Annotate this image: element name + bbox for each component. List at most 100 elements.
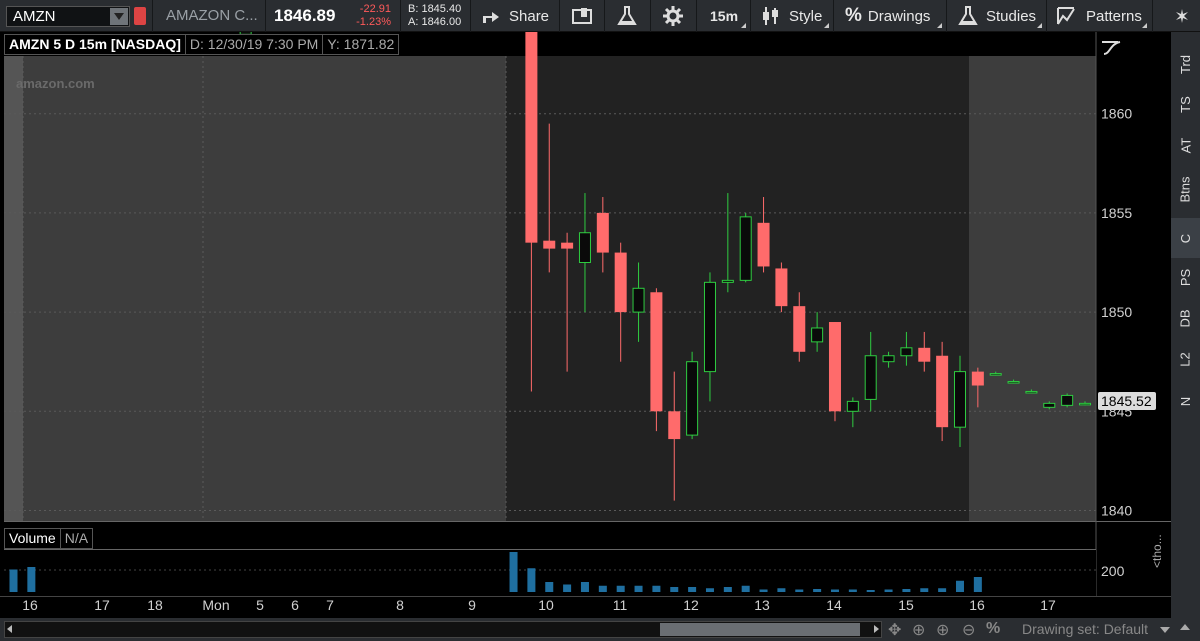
volume-bar (741, 585, 750, 592)
drawing-set-dropdown-icon[interactable] (1160, 627, 1170, 633)
settings-button[interactable] (662, 0, 684, 32)
scroll-left-icon[interactable] (7, 625, 12, 633)
volume-bar (813, 589, 822, 592)
volume-bar (27, 567, 36, 592)
time-tick-label: 15 (898, 597, 914, 613)
more-icon (1175, 9, 1188, 23)
zoom-in-icon[interactable]: ⊕ (936, 620, 949, 640)
studies-corner-icon (1037, 23, 1042, 28)
chart-title[interactable]: AMZN 5 D 15m [NASDAQ] (4, 34, 185, 55)
side-tab-label: TS (1178, 95, 1193, 113)
candles-icon (763, 7, 778, 25)
time-tick-label: 18 (147, 597, 163, 613)
side-tab-label: L2 (1178, 351, 1193, 367)
side-tab-at[interactable]: AT (1171, 125, 1200, 165)
time-tick-label: 6 (291, 597, 299, 613)
pan-icon[interactable]: ✥ (888, 620, 901, 640)
side-tab-db[interactable]: DB (1171, 298, 1200, 338)
volume-bar (545, 582, 554, 592)
time-tick-label: 10 (538, 597, 554, 613)
scroll-right-icon[interactable] (874, 625, 879, 633)
price-tick-label: 1855 (1101, 205, 1132, 221)
chart-scrollbar[interactable] (4, 621, 882, 638)
volume-bar (830, 589, 839, 592)
bid-price: B: 1845.40 (408, 3, 462, 15)
price-tick-label: 1860 (1101, 106, 1132, 122)
alerts-button[interactable] (572, 0, 594, 32)
patterns-button[interactable]: Patterns (1056, 0, 1142, 32)
price-change: -22.91 -1.23% (355, 3, 391, 29)
chart-header: AMZN 5 D 15m [NASDAQ] D: 12/30/19 7:30 P… (4, 34, 400, 55)
studies-label: Studies (986, 7, 1037, 25)
patterns-label: Patterns (1086, 7, 1142, 25)
crosshair-icon[interactable]: ⊕ (912, 620, 925, 640)
aggregation-button[interactable]: 15m (710, 0, 738, 32)
volume-bar (9, 569, 18, 592)
pre-session-shading (4, 56, 23, 521)
volume-label[interactable]: Volume (4, 528, 60, 549)
bottom-bar: ✥ ⊕ ⊕ ⊖ % Drawing set: Default (0, 618, 1200, 641)
symbol-input[interactable]: AMZN (6, 6, 130, 27)
candle-body (739, 216, 752, 281)
price-chart[interactable]: amazon.com184018451850185518601865187018… (0, 0, 1200, 641)
side-tab-ps[interactable]: PS (1171, 257, 1200, 297)
side-panel-tabs: Trd TS AT Btns C PS DB L2 N (1171, 32, 1200, 618)
volume-bar (973, 577, 982, 592)
side-tab-trd[interactable]: Trd (1171, 44, 1200, 84)
candle-body (596, 212, 609, 253)
studies-button[interactable]: Studies (958, 0, 1036, 32)
side-tab-label: DB (1178, 308, 1193, 328)
symbol-dropdown-icon[interactable] (110, 8, 128, 25)
side-tab-label: PS (1178, 268, 1193, 286)
style-label: Style (789, 7, 823, 25)
drawings-button[interactable]: % Drawings (845, 0, 930, 32)
time-tick-label: 11 (613, 597, 628, 613)
percent-scale-icon[interactable]: % (986, 620, 1000, 638)
side-tab-n[interactable]: N (1171, 381, 1200, 421)
candle-body (811, 327, 824, 343)
watermark: amazon.com (16, 76, 95, 91)
candle-body (703, 281, 716, 373)
candle-body (828, 322, 841, 412)
aggregation-label: 15m (710, 8, 739, 24)
time-tick-label: 13 (754, 597, 770, 613)
volume-bar (634, 585, 643, 592)
side-tab-c[interactable]: C (1171, 218, 1200, 258)
regular-session-shading (506, 56, 969, 521)
side-tab-ts[interactable]: TS (1171, 84, 1200, 124)
candle-body (918, 347, 931, 362)
volume-bar (884, 589, 893, 592)
volume-bar (866, 590, 875, 592)
side-tab-btns[interactable]: Btns (1171, 169, 1200, 209)
side-tab-label: N (1177, 396, 1193, 406)
time-tick-label: 12 (683, 597, 699, 613)
side-tab-label: Btns (1177, 175, 1193, 203)
volume-bar (920, 588, 929, 592)
volume-tick-label: 200 (1101, 563, 1125, 579)
side-tab-l2[interactable]: L2 (1171, 339, 1200, 379)
side-tab-label: Trd (1178, 54, 1193, 74)
zoom-out-icon[interactable]: ⊖ (962, 620, 975, 640)
expand-up-icon[interactable] (1180, 624, 1190, 630)
candle-body (793, 306, 806, 352)
scrollbar-thumb[interactable] (660, 623, 860, 636)
link-color-chip[interactable] (134, 7, 146, 25)
style-button[interactable]: Style (761, 0, 822, 32)
more-button[interactable] (1163, 0, 1200, 32)
time-tick-label: Mon (202, 597, 229, 613)
volume-bar (563, 584, 572, 592)
candle-body (561, 242, 574, 249)
flask-button[interactable] (616, 0, 638, 32)
patterns-corner-icon (1142, 23, 1147, 28)
volume-bar (795, 589, 804, 592)
flask-icon (617, 6, 637, 25)
share-button[interactable]: Share (481, 0, 549, 32)
price-tick-label: 1850 (1101, 304, 1132, 320)
side-tab-label: AT (1178, 137, 1193, 153)
time-tick-label: 9 (468, 597, 476, 613)
net-change: -22.91 (359, 3, 391, 15)
candle-body (1025, 390, 1038, 394)
price-tick-label: 1840 (1101, 503, 1132, 519)
drawing-set-label[interactable]: Drawing set: Default (1022, 618, 1148, 641)
bid-ask: B: 1845.40 A: 1846.00 (408, 3, 461, 29)
